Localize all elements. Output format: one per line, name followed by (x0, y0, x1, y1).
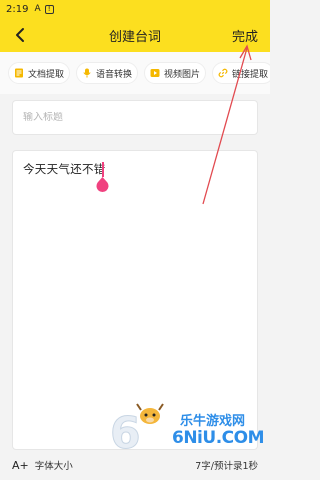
tool-document-extract[interactable]: 文档提取 (8, 62, 71, 84)
notification-a-icon: A (34, 4, 41, 14)
script-editor[interactable]: 今天天气还不错 (12, 150, 258, 450)
status-time: 2:19 (6, 3, 29, 15)
link-icon (218, 68, 228, 78)
chevron-left-icon (16, 28, 24, 42)
video-icon (150, 68, 160, 78)
page-title: 创建台词 (108, 29, 161, 45)
tool-label: 语音转换 (96, 69, 133, 80)
import-toolbar: 文档提取 语音转换 视频图片 链接提取 (0, 52, 270, 94)
done-button[interactable]: 完成 (232, 26, 258, 45)
back-button[interactable] (12, 26, 28, 44)
tool-link-extract[interactable]: 链接提取 (212, 62, 270, 84)
font-size-label: 字体大小 (34, 461, 73, 472)
warning-icon: ! (44, 4, 54, 14)
text-cursor (102, 162, 104, 177)
font-size-icon: A+ (12, 458, 29, 472)
tool-voice-convert[interactable]: 语音转换 (76, 62, 139, 84)
tool-video-image[interactable]: 视频图片 (144, 62, 207, 84)
word-count: 7字/预计录1秒 (195, 461, 258, 472)
document-icon (14, 68, 24, 78)
app-bar: 创建台词 完成 (0, 18, 270, 52)
cursor-handle[interactable] (96, 177, 109, 192)
title-input[interactable] (23, 112, 247, 123)
tool-label: 链接提取 (232, 69, 269, 80)
status-bar: 2:19 A ! (0, 0, 270, 18)
tool-label: 文档提取 (28, 69, 65, 80)
font-size-button[interactable]: A+ 字体大小 (12, 458, 73, 473)
editor-content[interactable]: 今天天气还不错 (23, 161, 247, 177)
title-field-container (12, 100, 258, 135)
tool-label: 视频图片 (164, 69, 201, 80)
bottom-bar: A+ 字体大小 7字/预计录1秒 (0, 450, 270, 480)
microphone-icon (82, 68, 92, 78)
